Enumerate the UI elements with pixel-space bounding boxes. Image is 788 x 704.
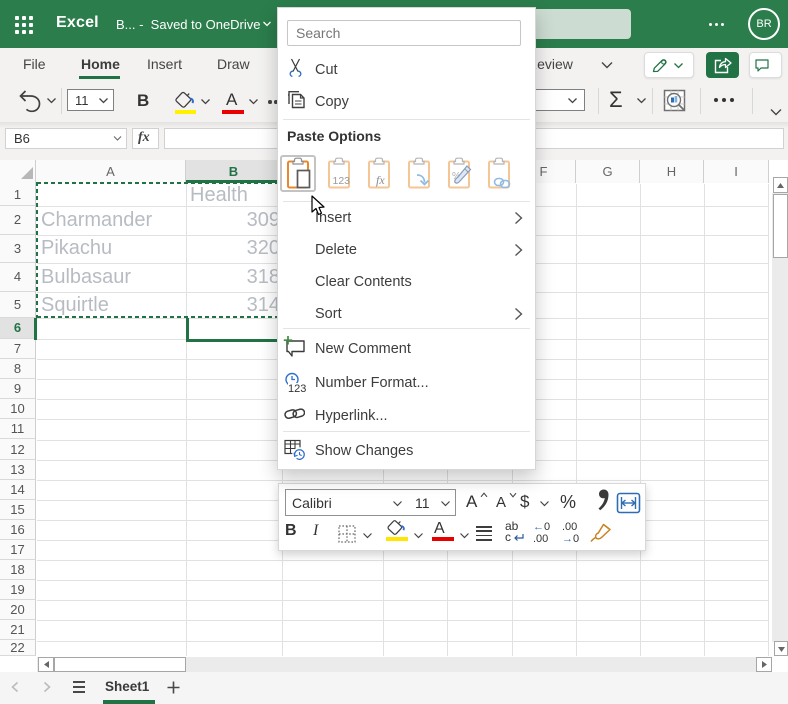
svg-text:fx: fx [376, 173, 385, 187]
svg-text:123: 123 [288, 383, 306, 394]
svg-text:123: 123 [333, 175, 351, 187]
